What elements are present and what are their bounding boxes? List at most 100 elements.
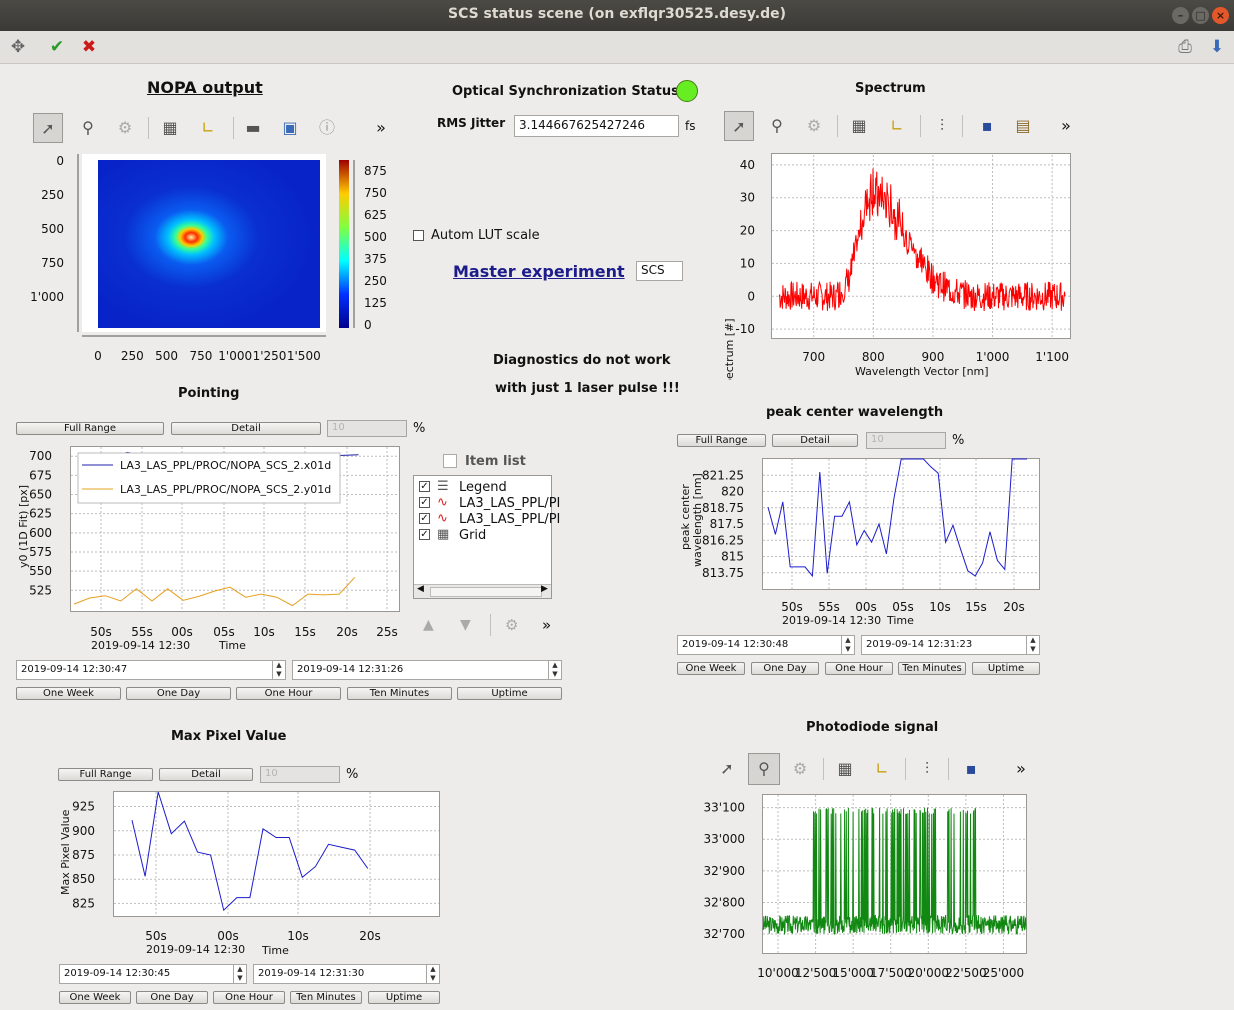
maxpix-percent-field[interactable]: 10	[260, 766, 340, 783]
nopa-ytick: 750	[41, 256, 64, 270]
photodiode-ytick: 32'800	[704, 895, 745, 909]
nopa-colorbar-tick: 0	[364, 318, 372, 332]
item-settings-icon[interactable]: ⚙	[505, 616, 518, 634]
more-icon[interactable]: »	[366, 113, 396, 143]
pointer-icon[interactable]: ➚	[33, 113, 63, 143]
grid-icon[interactable]: ▦	[155, 113, 185, 143]
colormap-icon[interactable]: ▬	[238, 113, 268, 143]
item-checkbox[interactable]: ✓	[419, 529, 430, 540]
item-more-icon[interactable]: »	[542, 616, 551, 634]
item-checkbox[interactable]: ✓	[419, 481, 430, 492]
grid-icon[interactable]: ▦	[830, 754, 860, 784]
item-list-row[interactable]: ✓ ▦ Grid	[418, 527, 550, 543]
info-icon[interactable]: ⓘ	[312, 113, 342, 143]
peak-end-time[interactable]: 2019-09-14 12:31:23 ▲ ▼	[861, 635, 1040, 655]
axes-icon[interactable]: ∟	[882, 111, 912, 141]
item-list-row[interactable]: ✓ ☰ Legend	[418, 479, 550, 495]
maxpix-range-button[interactable]: One Day	[136, 991, 208, 1004]
pointing-range-button[interactable]: One Hour	[236, 687, 341, 700]
move-up-icon[interactable]: ▲	[423, 617, 434, 633]
settings-icon[interactable]: ⚙	[799, 111, 829, 141]
pointing-range-button[interactable]: Ten Minutes	[347, 687, 452, 700]
spectrum-ytick: 30	[740, 191, 755, 205]
peak-range-button[interactable]: Ten Minutes	[898, 662, 966, 675]
photodiode-ytick: 32'700	[704, 927, 745, 941]
peak-percent-field[interactable]: 10	[866, 432, 946, 449]
grid-icon[interactable]: ▦	[844, 111, 874, 141]
pointing-end-time[interactable]: 2019-09-14 12:31:26 ▲ ▼	[292, 660, 562, 680]
apply-button[interactable]: ✔	[45, 35, 69, 59]
scroll-left-icon[interactable]: ◀	[417, 584, 424, 594]
pointing-xtick: 00s	[171, 625, 193, 639]
peak-xtick: 00s	[855, 600, 877, 614]
spectrum-plot: 40 30 20 10 0 -10 700 800 900 1'000 1'100 Spectrum…	[723, 155, 1070, 380]
pointing-range-button[interactable]: One Week	[16, 687, 121, 700]
item-list-row[interactable]: ✓ ∿ LA3_LAS_PPL/PI	[418, 495, 560, 511]
master-experiment-field[interactable]: SCS	[636, 261, 683, 281]
zoom-icon[interactable]: ⚲	[762, 111, 792, 141]
pointing-range-button[interactable]: One Day	[126, 687, 231, 700]
minimize-button[interactable]: –	[1172, 7, 1189, 24]
pointing-ylabel: y0 (1D Fit) [px]	[17, 485, 30, 568]
cancel-button[interactable]: ✖	[77, 35, 101, 59]
pointing-range-button[interactable]: Uptime	[457, 687, 562, 700]
pointing-percent-field[interactable]: 10	[327, 420, 407, 437]
spectrum-xtick: 1'000	[976, 350, 1010, 364]
scroll-right-icon[interactable]: ▶	[541, 584, 548, 594]
photodiode-xtick: 15'000	[832, 966, 873, 980]
lut-checkbox[interactable]	[413, 230, 424, 241]
paste-icon[interactable]: ▤	[1008, 111, 1038, 141]
peak-range-button[interactable]: One Day	[751, 662, 819, 675]
peak-full-range-button[interactable]: Full Range	[677, 434, 766, 447]
peak-start-time[interactable]: 2019-09-14 12:30:48 ▲ ▼	[677, 635, 855, 655]
maxpix-range-button[interactable]: One Hour	[213, 991, 285, 1004]
peak-range-button[interactable]: Uptime	[972, 662, 1040, 675]
print-icon[interactable]: ⎙	[1173, 35, 1197, 59]
zoom-icon[interactable]: ⚲	[748, 753, 780, 785]
close-button[interactable]: ×	[1212, 7, 1229, 24]
maxpix-end-time[interactable]: 2019-09-14 12:31:30 ▲ ▼	[253, 964, 440, 984]
peak-xtick: 05s	[892, 600, 914, 614]
maxpix-detail-button[interactable]: Detail	[159, 768, 253, 781]
peak-range-button[interactable]: One Week	[677, 662, 745, 675]
maxpix-full-range-button[interactable]: Full Range	[58, 768, 153, 781]
pointing-full-range-button[interactable]: Full Range	[16, 422, 164, 435]
more-icon[interactable]: »	[1051, 111, 1081, 141]
export-icon[interactable]: ▣	[275, 113, 305, 143]
nopa-xtick: 250	[121, 349, 144, 363]
nopa-xtick: 750	[189, 349, 212, 363]
item-checkbox[interactable]: ✓	[419, 497, 430, 508]
settings-icon[interactable]: ⚙	[785, 754, 815, 784]
maxpix-range-button[interactable]: Ten Minutes	[290, 991, 362, 1004]
maxpix-range-button[interactable]: One Week	[59, 991, 131, 1004]
item-checkbox[interactable]: ✓	[419, 513, 430, 524]
jitter-label: RMS Jitter	[437, 116, 506, 130]
curve-style-icon[interactable]: ⫶	[927, 111, 957, 141]
pointer-icon[interactable]: ➚	[712, 754, 742, 784]
move-down-icon[interactable]: ▼	[460, 617, 471, 633]
axes-icon[interactable]: ∟	[193, 113, 223, 143]
pointing-detail-button[interactable]: Detail	[171, 422, 321, 435]
maxpix-range-button[interactable]: Uptime	[368, 991, 440, 1004]
peak-title: peak center wavelength	[766, 405, 944, 420]
pointer-icon[interactable]: ➚	[724, 111, 754, 141]
peak-detail-button[interactable]: Detail	[772, 434, 858, 447]
download-icon[interactable]: ⬇	[1205, 35, 1229, 59]
maxpix-start-time[interactable]: 2019-09-14 12:30:45 ▲ ▼	[59, 964, 247, 984]
maximize-button[interactable]: □	[1192, 7, 1209, 24]
item-list-scrollbar[interactable]: ◀ ▶	[414, 584, 551, 598]
pointing-start-time[interactable]: 2019-09-14 12:30:47 ▲ ▼	[16, 660, 286, 680]
save-icon[interactable]: ▪	[972, 111, 1002, 141]
settings-icon[interactable]: ⚙	[110, 113, 140, 143]
zoom-icon[interactable]: ⚲	[73, 113, 103, 143]
curve-style-icon[interactable]: ⫶	[912, 754, 942, 784]
item-list-row[interactable]: ✓ ∿ LA3_LAS_PPL/PI	[418, 511, 560, 527]
jitter-field[interactable]: 3.144667625427246	[514, 115, 679, 137]
peak-range-button[interactable]: One Hour	[825, 662, 893, 675]
save-icon[interactable]: ▪	[956, 754, 986, 784]
move-icon[interactable]: ✥	[6, 35, 30, 59]
more-icon[interactable]: »	[1006, 754, 1036, 784]
nopa-ytick: 1'000	[30, 290, 64, 304]
maxpix-xtick: 50s	[145, 929, 167, 943]
axes-icon[interactable]: ∟	[867, 754, 897, 784]
